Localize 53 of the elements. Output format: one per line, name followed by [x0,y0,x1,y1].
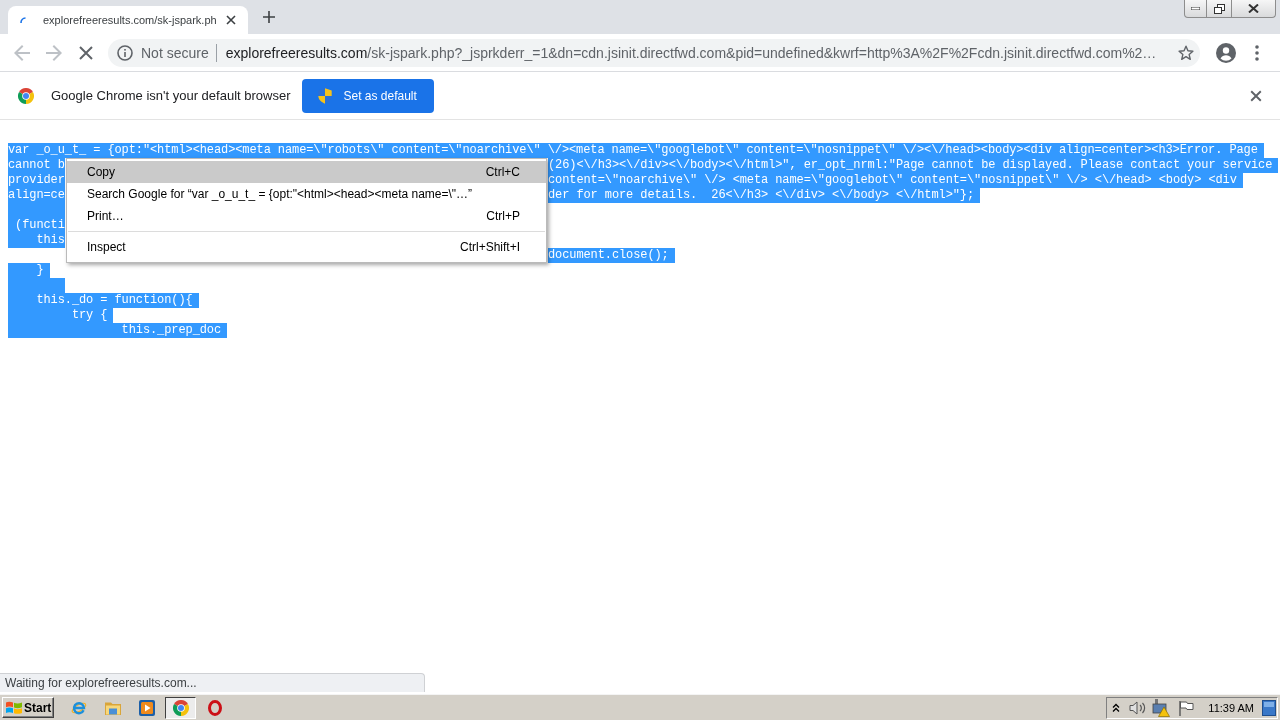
code-text: provider [8,173,65,188]
shield-icon [318,87,333,104]
network-warning-icon[interactable] [1152,698,1171,717]
code-text: cannot b [8,158,65,173]
e-logo-icon [70,699,87,716]
menu-item[interactable]: Inspect Ctrl+Shift+I [67,236,546,258]
status-bubble: Waiting for explorefreeresults.com... [0,673,425,692]
shortcut-text: Ctrl+Shift+I [458,240,520,254]
shortcut-text: Ctrl+P [485,209,520,223]
browser-tab[interactable]: explorefreeresults.com/sk-jspark.ph [8,6,248,34]
menu-item[interactable]: Print… Ctrl+P [67,205,546,227]
restore-icon [1213,3,1225,14]
security-label[interactable]: Not secure [141,44,209,61]
set-default-button[interactable]: Set as default [302,78,434,113]
chevron-up-icon[interactable] [1112,702,1121,713]
code-text: content=\"noarchive\" \/> <meta name=\"googlebot\" content=\"nosnippet\" \/> <\/head> <body> <div [548,173,1243,188]
start-button[interactable]: Start [2,697,54,718]
taskbar-button[interactable] [165,696,196,719]
code-text: document.close(); [548,248,675,263]
shortcut-text: Ctrl+C [484,165,520,179]
code-text: this [8,233,65,248]
browser-logo-icon [172,699,189,716]
close-button[interactable] [1232,0,1276,18]
play-icon [138,699,155,716]
flag-icon[interactable] [1178,699,1195,716]
url-text: explorefreeresults.com/sk-jspark.php?_jsprkderr_=1&dn=cdn.jsinit.directfwd.com&pid=undefined&kwrf=http%3A%2F%2Fcdn.jsinit.directfwd.com%2… [225,44,1157,61]
restore-button[interactable] [1207,0,1232,18]
cross-icon[interactable] [79,45,93,60]
close-icon [1248,4,1259,13]
code-text: (functi [8,218,65,233]
code-text: (26)<\/h3><\/div><\/body><\/html>", er_opt_nrml:"Page cannot be displayed. Please contact your service [548,158,1279,173]
menu-dots-icon[interactable] [1255,44,1259,61]
o-logo-icon [207,699,222,716]
infobar-message: Google Chrome isn't your default browser [51,88,291,103]
plus-icon[interactable] [263,11,275,23]
close-icon[interactable] [226,15,236,25]
person-icon[interactable] [1216,42,1236,63]
address-bar[interactable]: Not secure explorefreeresults.com/sk-jspark.php?_jsprkderr_=1&dn=cdn.jsinit.directfwd.com&pid=undefined&kwrf=http%3A%2F%2Fcdn.jsinit.directfwd.com%2… [108,38,1200,67]
menu-item[interactable]: Copy Ctrl+C [67,161,546,183]
browser-logo-icon [18,87,34,104]
speaker-icon[interactable] [1129,699,1148,716]
info-icon[interactable] [117,44,133,61]
tab-title: explorefreeresults.com/sk-jspark.ph [43,14,218,26]
folder-icon [104,700,121,715]
code-text: der for more details. 26<\/h3> <\/div> <\/body> <\/html>"}; [548,188,981,203]
code-text: align=ce [8,188,65,203]
close-icon[interactable] [1250,89,1262,102]
start-logo-icon [6,700,22,715]
show-desktop-icon[interactable] [1262,699,1276,716]
clock-text: 11:39 AM [1208,701,1254,714]
menu-item[interactable]: Search Google for “var _o_u_t_ = {opt:"<html><head><meta name=\"…” [67,183,546,205]
star-icon[interactable] [1178,44,1194,61]
minimize-icon [1191,7,1200,10]
